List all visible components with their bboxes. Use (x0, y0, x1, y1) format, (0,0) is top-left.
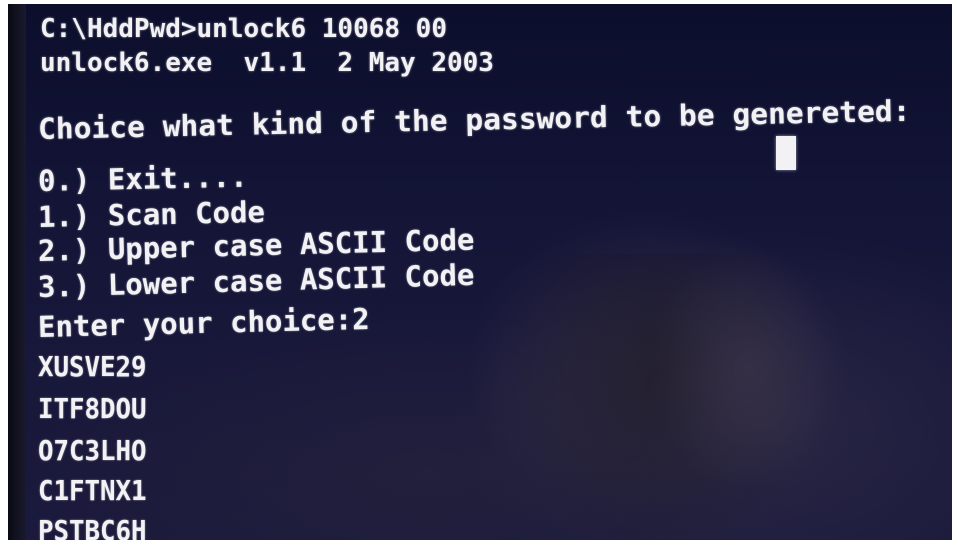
monitor-bezel (8, 4, 26, 540)
password-line: XUSVE29 (38, 350, 147, 383)
enter-choice-line: Enter your choice:2 (37, 301, 371, 344)
block-cursor-icon (776, 136, 796, 170)
password-line: O7C3LHO (38, 434, 147, 467)
monitor-photo: C:\HddPwd>unlock6 10068 00 unlock6.exe v… (8, 4, 952, 540)
version-line: unlock6.exe v1.1 2 May 2003 (40, 48, 494, 78)
password-line: PSTBC6H (38, 514, 147, 540)
command-line: C:\HddPwd>unlock6 10068 00 (40, 14, 447, 44)
option-exit: 0.) Exit.... (37, 159, 248, 198)
hand-reflection (648, 244, 848, 494)
password-line: ITF8DOU (38, 392, 147, 425)
password-line: C1FTNX1 (38, 474, 147, 507)
